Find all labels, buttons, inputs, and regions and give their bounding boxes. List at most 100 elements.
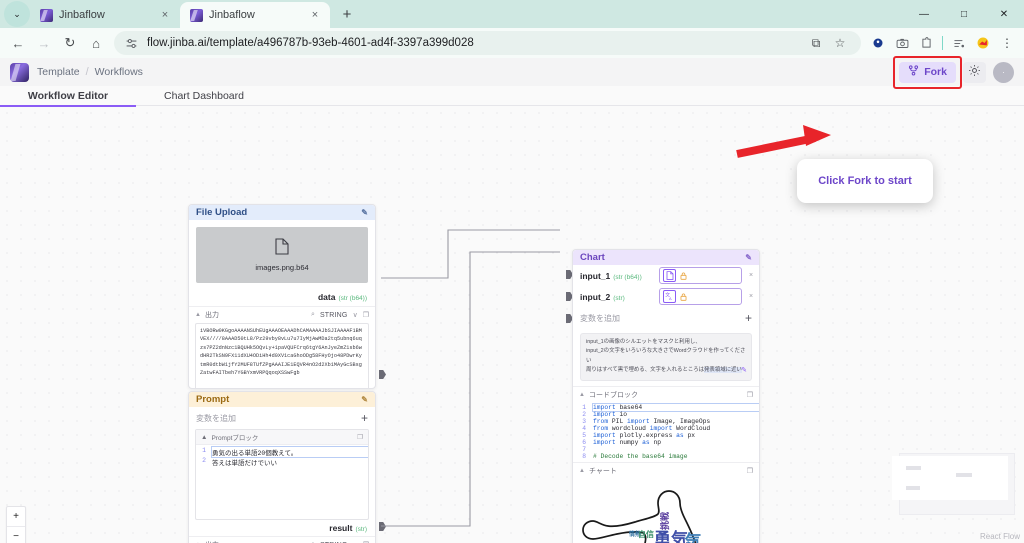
node-prompt[interactable]: Prompt ✎ 変数を追加 + ▲ Promptブロック ❐ 1 xyxy=(188,391,376,543)
remove-input-1-icon[interactable]: × xyxy=(747,272,755,279)
forward-icon[interactable]: → xyxy=(32,31,56,55)
node-chart[interactable]: Chart ✎ input_1 (str (b64)) xyxy=(572,249,760,543)
browser-tab-2[interactable]: Jinbaflow × xyxy=(180,2,330,28)
new-tab-button[interactable]: + xyxy=(334,1,360,27)
line-text: from PIL import Image, ImageOps xyxy=(593,418,710,425)
breadcrumb-template[interactable]: Template xyxy=(37,66,80,78)
code-line[interactable]: 4 from wordcloud import WordCloud xyxy=(573,425,759,432)
tab-search-chevron-icon[interactable]: ⌄ xyxy=(4,1,30,27)
address-bar[interactable]: flow.jinba.ai/template/a496787b-93eb-460… xyxy=(114,31,861,55)
avatar[interactable]: · xyxy=(993,62,1014,83)
line-text: from wordcloud import WordCloud xyxy=(593,425,710,432)
line-number: 1 xyxy=(573,404,593,411)
maximize-button[interactable]: □ xyxy=(944,0,984,28)
pencil-icon[interactable]: ✎ xyxy=(361,395,368,404)
prompt-line[interactable]: 1 勇気の出る単語20個教えて。 xyxy=(196,447,368,457)
zoom-in-button[interactable]: + xyxy=(7,507,25,527)
theme-toggle-button[interactable] xyxy=(963,62,986,83)
minimize-button[interactable]: — xyxy=(904,0,944,28)
chevron-down-icon[interactable]: ∨ xyxy=(353,311,358,319)
pencil-icon[interactable]: ✎ xyxy=(741,365,747,377)
expand-icon[interactable]: ❐ xyxy=(363,311,369,319)
reading-list-icon[interactable] xyxy=(948,32,970,54)
zoom-out-button[interactable]: − xyxy=(7,527,25,543)
site-settings-icon[interactable] xyxy=(124,36,139,51)
prompt-block-header: ▲ Promptブロック ❐ xyxy=(196,430,368,445)
chart-code-block-header[interactable]: ▲ コードブロック ❐ xyxy=(573,386,759,403)
fork-button[interactable]: Fork xyxy=(899,62,956,83)
chart-description-textarea[interactable]: input_1の画像のシルエットをマスクと利用し、 input_2の文字をいろい… xyxy=(580,333,752,381)
line-number: 4 xyxy=(573,425,593,432)
window-controls: — □ ✕ xyxy=(904,0,1024,28)
file-drop-area[interactable]: images.png.b64 xyxy=(196,227,368,283)
fork-button-wrapper: Fork xyxy=(899,62,956,83)
prompt-line[interactable]: 2 答えは単語だけでいい xyxy=(196,457,368,467)
expand-icon[interactable]: ❐ xyxy=(357,433,363,441)
browser-tab-2-title: Jinbaflow xyxy=(209,9,302,21)
browser-tab-1[interactable]: Jinbaflow × xyxy=(30,2,180,28)
jinbaflow-logo[interactable] xyxy=(10,63,29,82)
orange-extension-icon[interactable] xyxy=(972,32,994,54)
chevron-up-icon[interactable]: ▲ xyxy=(579,392,585,398)
canvas-controls: + − xyxy=(6,506,26,543)
puzzle-extensions-icon[interactable] xyxy=(915,32,937,54)
prompt-lines[interactable]: 1 勇気の出る単語20個教えて。 2 答えは単語だけでいい xyxy=(196,445,368,519)
home-icon[interactable]: ⌂ xyxy=(84,31,108,55)
tab-workflow-editor[interactable]: Workflow Editor xyxy=(0,86,136,106)
reload-icon[interactable]: ↻ xyxy=(58,31,82,55)
shield-extension-icon[interactable] xyxy=(867,32,889,54)
tab-chart-dashboard[interactable]: Chart Dashboard xyxy=(136,86,272,106)
translate-icon[interactable]: ⧉ xyxy=(805,32,827,54)
chevron-up-icon[interactable]: ▲ xyxy=(201,434,207,441)
filter-icon[interactable]: ⌕ xyxy=(311,311,315,319)
word-item: 挑戦 xyxy=(659,511,671,530)
reactflow-attribution[interactable]: React Flow xyxy=(980,532,1020,541)
code-line[interactable]: 5 import plotly.express as px xyxy=(573,432,759,439)
input-1-slot[interactable] xyxy=(659,267,742,284)
code-line[interactable]: 3 from PIL import Image, ImageOps xyxy=(573,418,759,425)
output-port-type: (str (b64)) xyxy=(338,295,367,302)
pencil-icon[interactable]: ✎ xyxy=(745,253,752,262)
prompt-output-port-row: result (str) xyxy=(189,520,375,536)
word-item: 気 xyxy=(684,531,702,543)
chevron-up-icon[interactable]: ▲ xyxy=(195,312,201,318)
canvas-minimap[interactable] xyxy=(899,453,1015,515)
output-type-value: STRING xyxy=(320,312,348,319)
minimap-node xyxy=(956,473,972,477)
code-line[interactable]: 8 # Decode the base64 image xyxy=(573,453,759,460)
expand-icon[interactable]: ❐ xyxy=(747,391,753,399)
add-variable-plus-icon[interactable]: + xyxy=(361,411,368,425)
line-text: import io xyxy=(593,411,627,418)
output-port-type: (str) xyxy=(355,526,367,533)
bookmark-star-icon[interactable]: ☆ xyxy=(829,32,851,54)
pencil-icon[interactable]: ✎ xyxy=(361,208,368,217)
remove-input-2-icon[interactable]: × xyxy=(747,293,755,300)
code-line[interactable]: 2 import io xyxy=(573,411,759,418)
code-line[interactable]: 1 import base64 xyxy=(573,404,759,411)
close-icon[interactable]: × xyxy=(158,8,172,22)
expand-icon[interactable]: ❐ xyxy=(747,467,753,475)
chart-add-variable-row[interactable]: 変数を追加 + xyxy=(573,307,759,329)
chart-code-lines[interactable]: 1 import base64 2 import io 3 from PIL i… xyxy=(573,403,759,462)
file-output-section-header[interactable]: ▲ 出力 ⌕ STRING ∨ ❐ xyxy=(189,306,375,323)
node-chart-title: Chart xyxy=(580,252,605,263)
add-variable-plus-icon[interactable]: + xyxy=(745,311,752,325)
line-text: import plotly.express as px xyxy=(593,432,695,439)
close-window-button[interactable]: ✕ xyxy=(984,0,1024,28)
url-text: flow.jinba.ai/template/a496787b-93eb-460… xyxy=(147,37,474,49)
breadcrumb-workflows[interactable]: Workflows xyxy=(95,66,143,78)
breadcrumb-separator: / xyxy=(86,66,89,78)
code-line[interactable]: 6 import numpy as np xyxy=(573,439,759,446)
node-file-upload[interactable]: File Upload ✎ images.png.b64 data (str (… xyxy=(188,204,376,389)
close-icon[interactable]: × xyxy=(308,8,322,22)
chart-output-section-header[interactable]: ▲ チャート ❐ xyxy=(573,462,759,479)
prompt-add-variable-row[interactable]: 変数を追加 + xyxy=(189,407,375,429)
input-2-slot[interactable]: 文 A xyxy=(659,288,742,305)
chevron-up-icon[interactable]: ▲ xyxy=(579,468,585,474)
code-line[interactable]: 7 xyxy=(573,446,759,453)
prompt-output-section-header[interactable]: ▲ 出力 ⌕ STRING ∨ ❐ xyxy=(189,536,375,543)
back-icon[interactable]: ← xyxy=(6,31,30,55)
screenshot-camera-icon[interactable] xyxy=(891,32,913,54)
browser-menu-icon[interactable]: ⋮ xyxy=(996,32,1018,54)
prompt-block[interactable]: ▲ Promptブロック ❐ 1 勇気の出る単語20個教えて。 2 答えは単語だ… xyxy=(195,429,369,520)
